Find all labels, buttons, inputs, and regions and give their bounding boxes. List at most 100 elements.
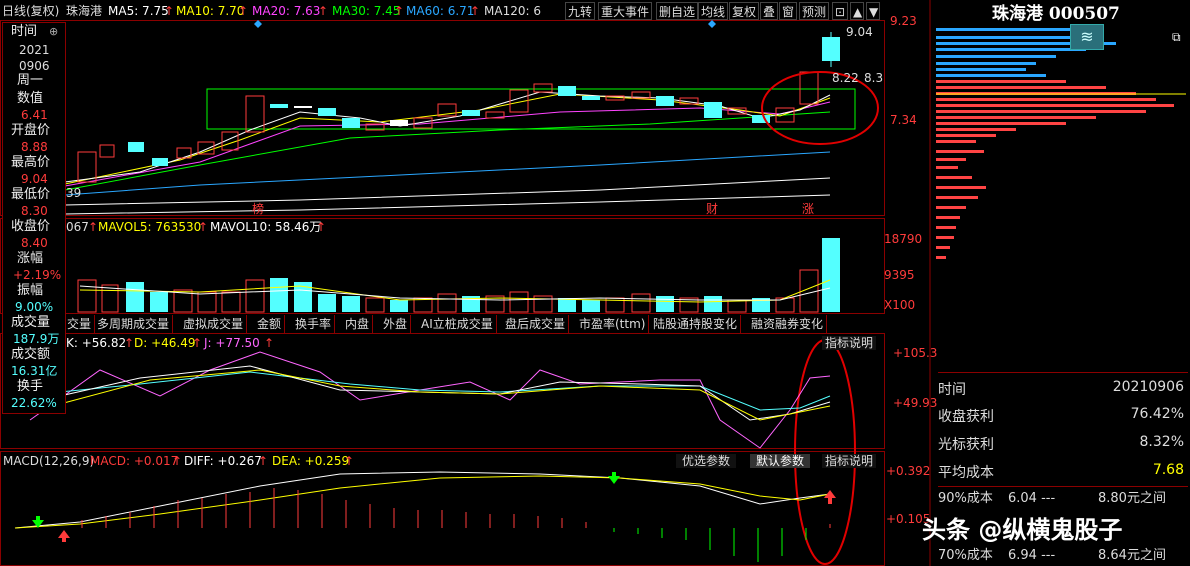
info-amt-label: 成交额	[11, 347, 51, 362]
info-value: 6.41	[21, 108, 48, 122]
info-open: 8.88	[21, 140, 48, 154]
macd-value: MACD: +0.017	[90, 454, 179, 468]
info-turn-label: 换手	[17, 379, 44, 394]
tab-inner-disk[interactable]: 内盘	[342, 315, 374, 333]
macd-diff-line	[14, 471, 831, 529]
mavol-prefix: 067	[66, 220, 89, 234]
up-arrow-icon	[58, 530, 70, 542]
up-arrow-icon: ↑	[124, 336, 135, 350]
info-turn: 22.62%	[11, 396, 57, 410]
last-mid2-label: 8.3	[864, 71, 884, 85]
tab-after-hours-volume[interactable]: 盘后成交量	[502, 315, 570, 333]
kdj-axis-mid: +49.93	[893, 396, 938, 410]
cost90-label: 90%成本	[938, 491, 993, 506]
macd-title: MACD(12,26,9)	[3, 454, 95, 468]
watermark: 头条 @纵横鬼股子	[922, 516, 1123, 544]
info-low: 8.30	[21, 204, 48, 218]
kdj-explain-button[interactable]: 指标说明	[822, 336, 877, 350]
default-params-button[interactable]: 默认参数	[750, 454, 811, 468]
rp-row-cursor-profit: 光标获利 8.32%	[938, 428, 1188, 456]
mavol5-label: MAVOL5: 763530	[98, 220, 202, 234]
vol-axis-top: 18790	[884, 232, 923, 246]
kdj-axis-top: +105.3	[893, 346, 938, 360]
candles	[77, 32, 840, 183]
window-icon[interactable]: ⧉	[1172, 30, 1181, 44]
info-chg: +2.19%	[13, 268, 62, 282]
tab-amount[interactable]: 金额	[254, 315, 286, 333]
info-amp-label: 振幅	[17, 283, 44, 298]
tab-northbound-holdings[interactable]: 陆股通持股变化	[650, 315, 742, 333]
up-arrow-icon: ↑	[344, 454, 355, 468]
info-time-label: 时间	[11, 24, 38, 39]
marker-bang[interactable]: 榜	[252, 202, 264, 216]
up-arrow-icon: ↑	[258, 454, 269, 468]
up-arrow-icon: ↑	[192, 336, 203, 350]
up-arrow-icon: ↑	[316, 220, 327, 234]
price-panel-border	[0, 20, 885, 216]
rp-time-value: 20210906	[1112, 379, 1184, 395]
macd-explain-button[interactable]: 指标说明	[822, 454, 877, 468]
up-arrow-icon: ↑	[264, 336, 275, 350]
last-mid-label: 8.22	[832, 71, 859, 85]
rp-row-close-profit: 收盘获利 76.42%	[938, 400, 1188, 428]
price-axis-high: 9.23	[890, 14, 917, 28]
macd-diff: DIFF: +0.267	[184, 454, 262, 468]
cost90-high: 8.80元之间	[1098, 491, 1166, 506]
tab-ai-volume[interactable]: AI立桩成交量	[418, 315, 497, 333]
marker-cai[interactable]: 财	[706, 202, 718, 216]
info-close-label: 收盘价	[11, 219, 51, 234]
info-panel: 时间 ⊕ 2021 0906 周一 数值 6.41 开盘价 8.88 最高价 9…	[2, 22, 66, 414]
info-value-label: 数值	[17, 91, 44, 106]
macd-panel-border	[0, 451, 885, 566]
chip-distribution	[936, 28, 1186, 259]
rp-row-avg-cost: 平均成本 7.68	[938, 456, 1188, 484]
info-date: 0906	[19, 59, 50, 73]
info-close: 8.40	[21, 236, 48, 250]
info-chg-label: 涨幅	[17, 251, 44, 266]
left-low-label: 39	[66, 186, 82, 200]
cost70-low: 6.94 ---	[1008, 548, 1056, 563]
macd-dea-line	[14, 475, 831, 529]
info-high-label: 最高价	[11, 155, 51, 170]
kdj-k-label: K: +56.82	[66, 336, 127, 350]
marker-zhang[interactable]: 涨	[802, 202, 814, 216]
kdj-yellow-line	[59, 369, 831, 421]
ma120-line	[64, 177, 831, 206]
tab-virtual-volume[interactable]: 虚拟成交量	[180, 315, 248, 333]
macd-dea: DEA: +0.259	[272, 454, 350, 468]
chip-toggle-icon[interactable]: ≋	[1070, 24, 1104, 50]
tab-volume[interactable]: 交量	[64, 315, 96, 333]
last-high-label: 9.04	[846, 25, 873, 39]
info-weekday: 周一	[17, 73, 44, 88]
tab-pe-ttm[interactable]: 市盈率(ttm)	[576, 315, 650, 333]
tab-margin-trading[interactable]: 融资融券变化	[748, 315, 828, 333]
tab-multi-period-volume[interactable]: 多周期成交量	[94, 315, 174, 333]
info-high: 9.04	[21, 172, 48, 186]
price-axis-low: 7.34	[890, 113, 917, 127]
info-vol-label: 成交量	[11, 315, 51, 330]
up-arrow-icon	[824, 490, 836, 504]
rp-divider	[938, 486, 1188, 487]
cost90-low: 6.04 ---	[1008, 491, 1056, 506]
tab-turnover[interactable]: 换手率	[292, 315, 336, 333]
vol-axis-mid: 9395	[884, 268, 915, 282]
optimal-params-button[interactable]: 优选参数	[676, 454, 737, 468]
rp-time-label: 时间	[938, 382, 966, 398]
tab-outer-disk[interactable]: 外盘	[380, 315, 412, 333]
info-year: 2021	[19, 43, 50, 57]
rp-close-profit-label: 收盘获利	[938, 409, 994, 425]
down-arrow-icon	[608, 472, 620, 484]
kdj-j-line	[29, 351, 831, 449]
rp-cursor-profit-value: 8.32%	[1139, 434, 1184, 450]
rp-avg-cost-value: 7.68	[1152, 462, 1184, 478]
kdj-d-label: D: +46.49	[134, 336, 196, 350]
event-marker-icon	[708, 20, 716, 28]
info-vol: 187.9万	[13, 332, 60, 346]
macd-axis-top: +0.392	[886, 464, 931, 478]
info-amt: 16.31亿	[11, 364, 58, 378]
settings-icon[interactable]: ⊕	[49, 25, 58, 39]
up-arrow-icon: ↑	[88, 220, 99, 234]
rp-cursor-profit-label: 光标获利	[938, 437, 994, 453]
mavol10-label: MAVOL10: 58.46万	[210, 220, 322, 234]
kdj-j-label: J: +77.50	[204, 336, 260, 350]
